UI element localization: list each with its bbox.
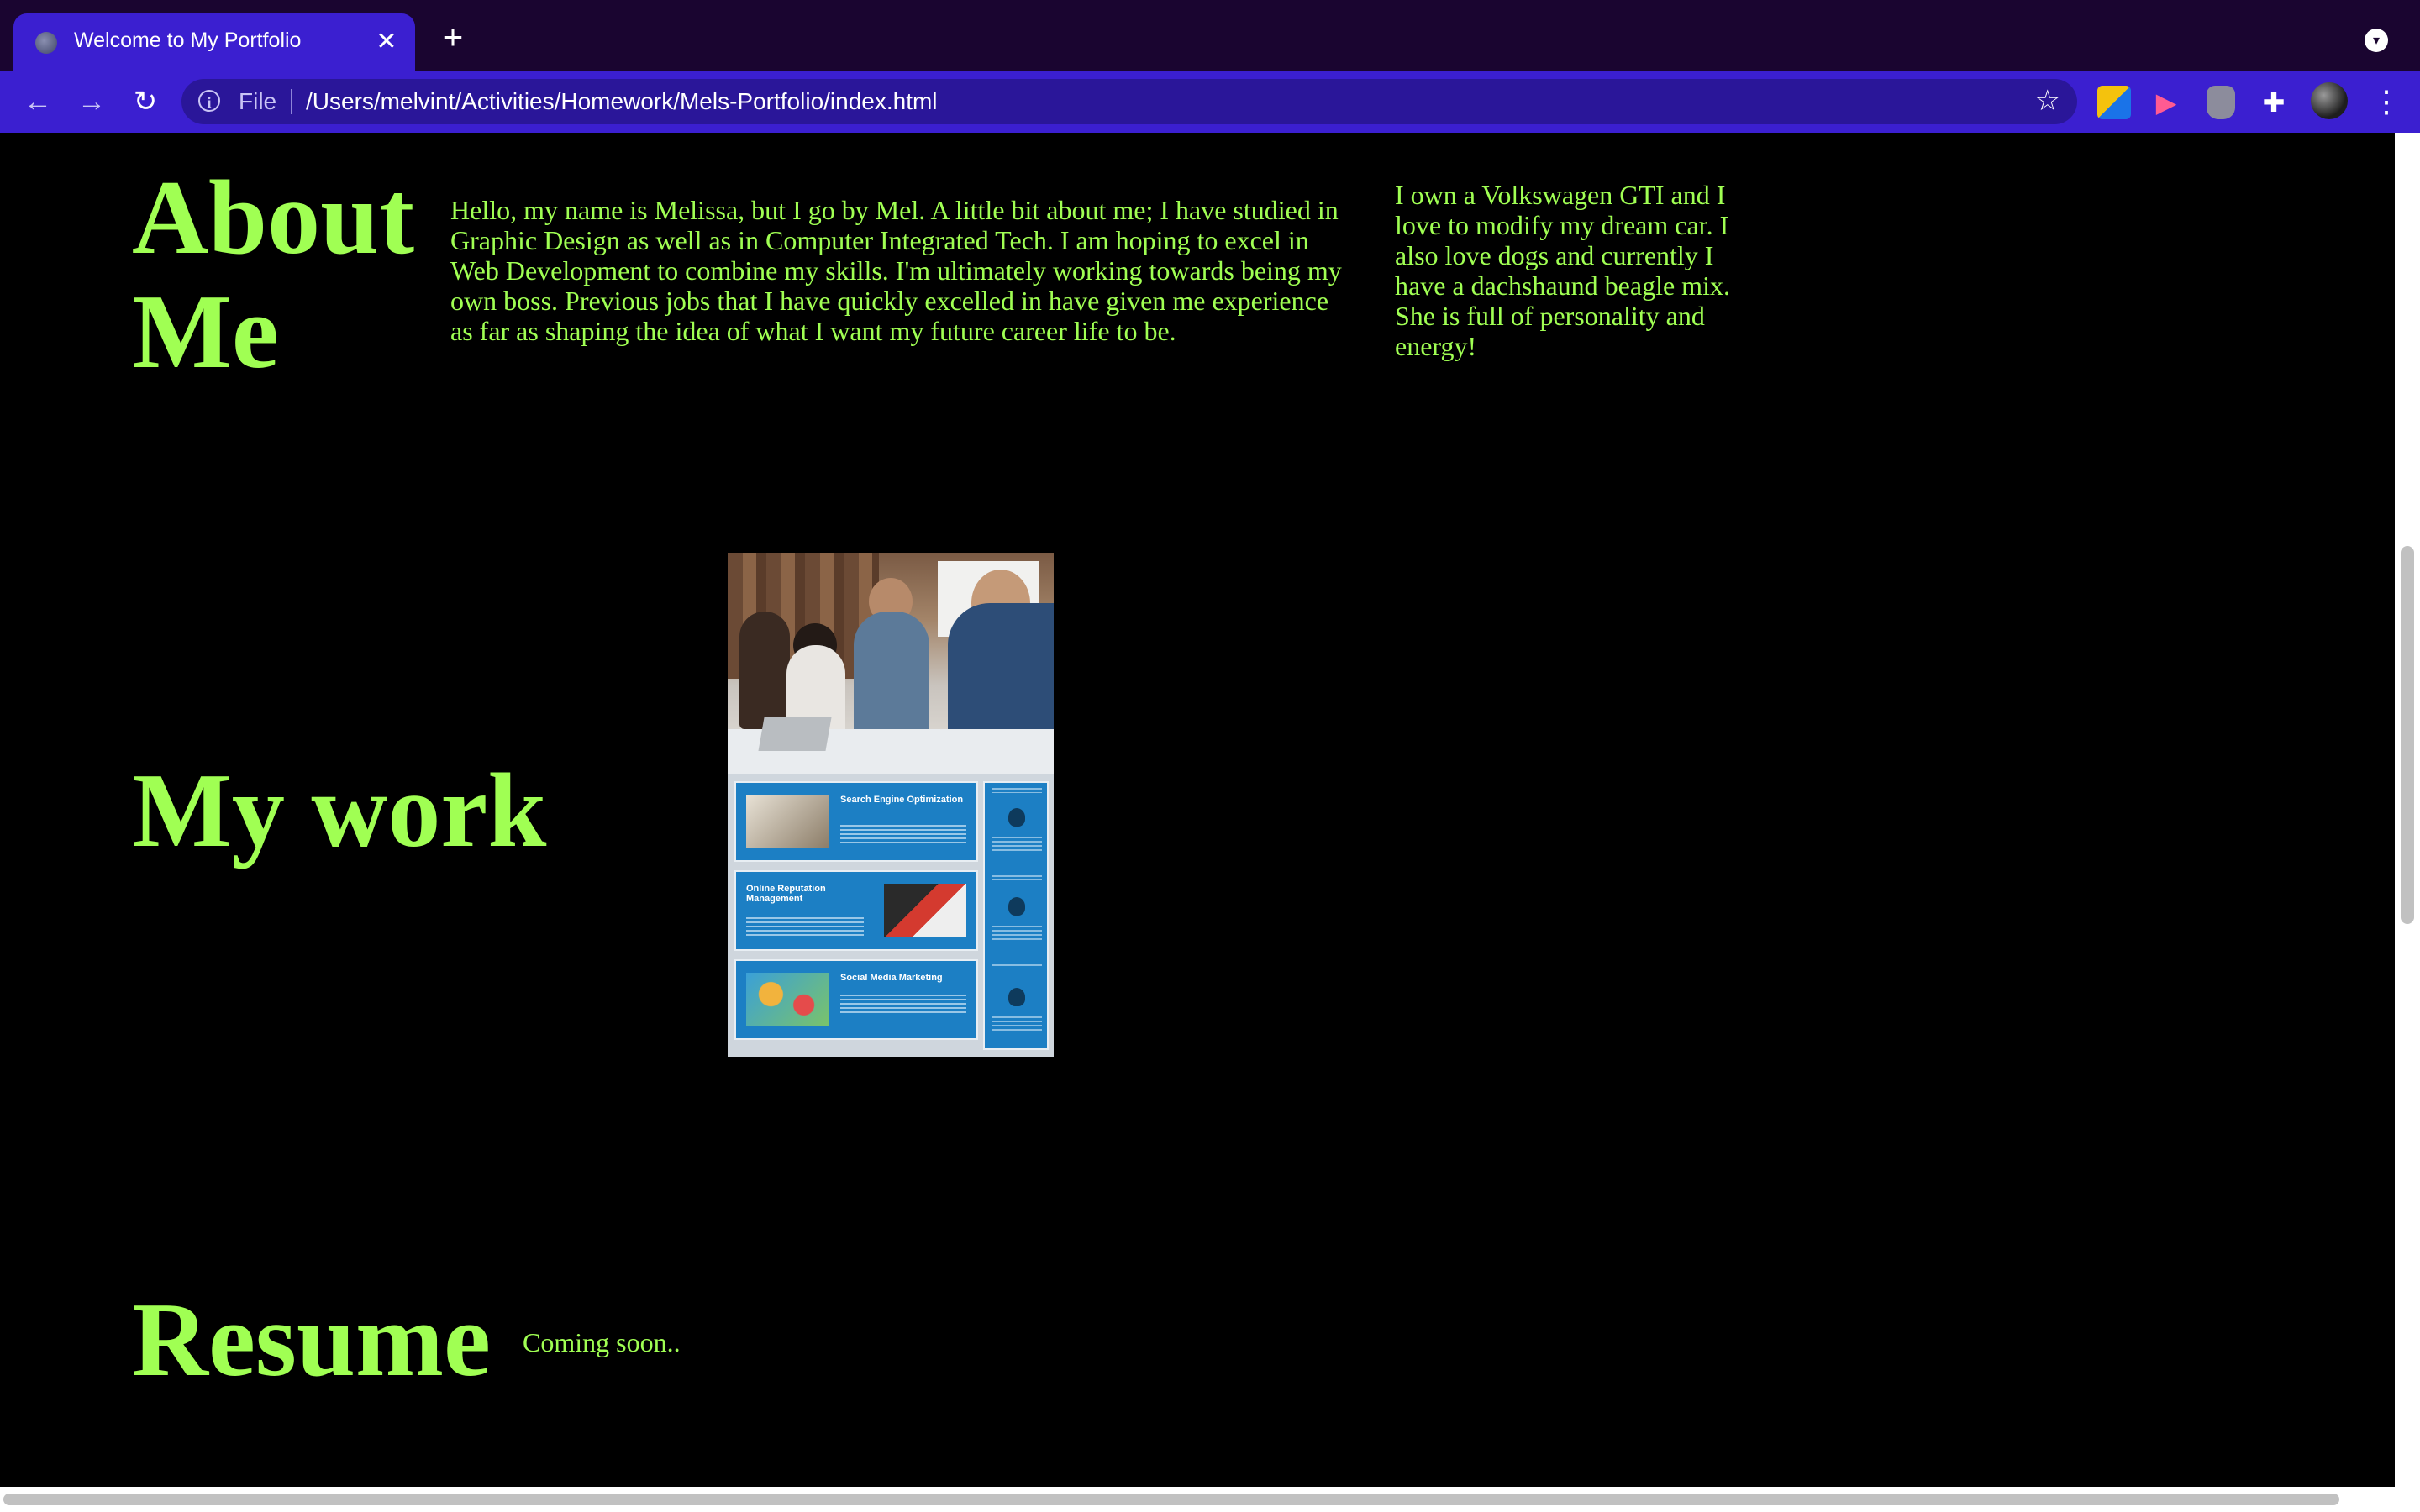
portfolio-work-image[interactable]: Search Engine Optimization Online Reputa… — [728, 553, 1054, 1057]
close-icon[interactable]: ✕ — [370, 25, 403, 59]
work-heading: My work — [132, 753, 547, 869]
tab-strip: Welcome to My Portfolio ✕ + ▾ — [0, 0, 2420, 71]
image-sidebar — [983, 781, 1049, 1050]
translate-extension-icon[interactable] — [2097, 86, 2131, 119]
resume-coming-soon: Coming soon.. — [523, 1327, 681, 1357]
reload-icon[interactable]: ↻ — [126, 82, 165, 121]
active-tab[interactable]: Welcome to My Portfolio ✕ — [13, 13, 415, 71]
about-paragraph-1: Hello, my name is Melissa, but I go by M… — [450, 195, 1342, 346]
info-icon[interactable]: i — [198, 90, 220, 112]
menu-icon[interactable]: ⋮ — [2371, 84, 2402, 119]
divider — [291, 89, 292, 114]
about-heading: About Me — [132, 160, 415, 391]
profile-avatar[interactable] — [2311, 82, 2348, 119]
tab-title: Welcome to My Portfolio — [74, 29, 302, 52]
back-icon[interactable]: ← — [18, 82, 57, 121]
url-text[interactable]: /Users/melvint/Activities/Homework/Mels-… — [306, 88, 938, 115]
about-paragraph-2: I own a Volkswagen GTI and I love to mod… — [1395, 180, 1730, 361]
recorder-extension-icon[interactable]: ▶ — [2149, 86, 2183, 119]
star-icon[interactable]: ☆ — [2035, 84, 2060, 118]
url-scheme: File — [239, 88, 277, 114]
forward-icon[interactable]: → — [72, 82, 111, 121]
browser-toolbar: ← → ↻ i File /Users/melvint/Activities/H… — [0, 71, 2420, 133]
reputation-panel: Online Reputation Management — [734, 870, 978, 951]
vertical-scrollbar[interactable] — [2401, 546, 2414, 924]
panel-title: Online Reputation Management — [746, 884, 826, 904]
seo-panel: Search Engine Optimization — [734, 781, 978, 862]
extensions-icon[interactable]: ✚ — [2257, 86, 2291, 119]
team-photo — [728, 553, 1054, 774]
social-media-panel: Social Media Marketing — [734, 959, 978, 1040]
horizontal-scrollbar[interactable] — [3, 1494, 2339, 1505]
tab-search-icon[interactable]: ▾ — [2365, 29, 2388, 52]
github-extension-icon[interactable] — [2207, 86, 2235, 119]
new-tab-button[interactable]: + — [434, 18, 472, 57]
panel-title: Social Media Marketing — [840, 973, 943, 983]
panel-title: Search Engine Optimization — [840, 795, 964, 805]
address-bar[interactable]: i File /Users/melvint/Activities/Homewor… — [182, 79, 2077, 124]
globe-icon — [35, 32, 57, 54]
page-viewport: About Me Hello, my name is Melissa, but … — [0, 133, 2395, 1487]
resume-heading: Resume — [132, 1282, 491, 1399]
